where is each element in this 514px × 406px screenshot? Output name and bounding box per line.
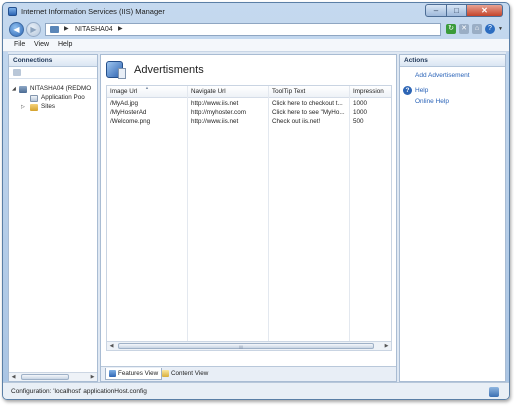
connections-pane: Connections ◢ NITASHA04 (REDMO Applicati… bbox=[8, 54, 98, 382]
breadcrumb-separator-icon[interactable]: ▶ bbox=[64, 25, 69, 32]
feature-pane: Advertisments Image Url ▲ Navigate Url T… bbox=[100, 54, 397, 382]
address-bar: ◀ ▶ ▶ NITASHA04 ▶ ↻ ✕ ⌂ ? ▼ bbox=[3, 20, 509, 39]
home-icon[interactable]: ⌂ bbox=[472, 24, 482, 34]
tree-item-label: NITASHA04 (REDMO bbox=[30, 85, 92, 92]
cell-image-url: /Welcome.png bbox=[110, 118, 151, 125]
table-row[interactable]: /MyAd.jpg http://www.iis.net Click here … bbox=[107, 100, 391, 109]
scroll-right-icon[interactable]: ▶ bbox=[382, 342, 391, 350]
content-view-icon bbox=[162, 370, 169, 377]
tab-label: Content View bbox=[171, 370, 209, 377]
toolbar-icons: ↻ ✕ ⌂ ? ▼ bbox=[446, 24, 503, 34]
menu-help[interactable]: Help bbox=[58, 41, 72, 48]
window-title: Internet Information Services (IIS) Mana… bbox=[21, 7, 165, 16]
menu-view[interactable]: View bbox=[34, 41, 49, 48]
page-title: Advertisments bbox=[134, 64, 204, 76]
cell-image-url: /MyHosterAd bbox=[110, 109, 147, 116]
cell-tooltip-text: Check out iis.net! bbox=[272, 118, 321, 125]
table-row[interactable]: /MyHosterAd http://myhoster.com Click he… bbox=[107, 109, 391, 118]
cell-image-url: /MyAd.jpg bbox=[110, 100, 138, 107]
caption-buttons: – □ ✕ bbox=[425, 4, 503, 17]
view-switcher: Features View Content View bbox=[101, 366, 396, 381]
title-bar[interactable]: Internet Information Services (IIS) Mana… bbox=[3, 3, 509, 20]
advertisement-page-icon bbox=[118, 68, 126, 79]
tree-item-app-pools[interactable]: Application Poo bbox=[9, 94, 97, 103]
chevron-down-icon[interactable]: ▼ bbox=[498, 26, 503, 32]
tree-item-sites[interactable]: ▷ Sites bbox=[9, 103, 97, 112]
connections-tree: ◢ NITASHA04 (REDMO Application Poo ▷ Sit… bbox=[9, 81, 97, 371]
tab-content-view[interactable]: Content View bbox=[159, 368, 211, 380]
connections-scrollbar[interactable]: ◀ ▶ bbox=[9, 372, 97, 381]
menu-bar: File View Help bbox=[3, 39, 509, 52]
column-image-url[interactable]: Image Url bbox=[110, 88, 137, 95]
column-navigate-url[interactable]: Navigate Url bbox=[191, 88, 226, 95]
cell-impression: 1000 bbox=[353, 109, 368, 116]
status-bar: Configuration: 'localhost' applicationHo… bbox=[3, 382, 509, 399]
help-icon: ? bbox=[403, 86, 412, 95]
network-status-icon bbox=[489, 387, 499, 397]
cell-impression: 1000 bbox=[353, 100, 368, 107]
menu-file[interactable]: File bbox=[14, 41, 25, 48]
cell-navigate-url: http://www.iis.net bbox=[191, 100, 239, 107]
online-help-link[interactable]: Online Help bbox=[415, 98, 449, 105]
column-impression[interactable]: Impression bbox=[353, 88, 384, 95]
address-box[interactable]: ▶ NITASHA04 ▶ bbox=[45, 23, 441, 36]
iis-app-icon bbox=[8, 7, 17, 16]
tab-label: Features View bbox=[118, 370, 159, 377]
cell-tooltip-text: Click here to see "MyHo... bbox=[272, 109, 345, 116]
tree-item-server[interactable]: ◢ NITASHA04 (REDMO bbox=[9, 85, 97, 94]
sort-ascending-icon: ▲ bbox=[145, 85, 149, 90]
cell-impression: 500 bbox=[353, 118, 364, 125]
grid-horizontal-scrollbar[interactable]: ◀ |||| ▶ bbox=[107, 341, 391, 350]
back-button[interactable]: ◀ bbox=[9, 22, 24, 37]
tree-item-label: Sites bbox=[41, 103, 55, 110]
client-area: Connections ◢ NITASHA04 (REDMO Applicati… bbox=[8, 52, 506, 382]
tree-item-label: Application Poo bbox=[41, 94, 85, 101]
sites-folder-icon bbox=[30, 104, 38, 111]
expand-icon[interactable]: ▷ bbox=[21, 104, 25, 110]
scroll-left-icon[interactable]: ◀ bbox=[9, 373, 18, 381]
stop-icon[interactable]: ✕ bbox=[459, 24, 469, 34]
advertisements-grid: Image Url ▲ Navigate Url ToolTip Text Im… bbox=[106, 85, 392, 351]
scroll-thumb[interactable]: |||| bbox=[118, 343, 374, 349]
connect-icon[interactable] bbox=[13, 69, 21, 76]
status-text: Configuration: 'localhost' applicationHo… bbox=[11, 388, 147, 395]
tab-features-view[interactable]: Features View bbox=[105, 368, 163, 380]
app-pool-icon bbox=[30, 95, 38, 102]
add-advertisement-link[interactable]: Add Advertisement bbox=[415, 72, 470, 79]
refresh-icon[interactable]: ↻ bbox=[446, 24, 456, 34]
cell-navigate-url: http://www.iis.net bbox=[191, 118, 239, 125]
actions-header: Actions bbox=[400, 55, 505, 67]
column-tooltip-text[interactable]: ToolTip Text bbox=[272, 88, 305, 95]
connections-header: Connections bbox=[9, 55, 97, 67]
scroll-left-icon[interactable]: ◀ bbox=[107, 342, 116, 350]
close-button[interactable]: ✕ bbox=[467, 4, 503, 17]
breadcrumb-server[interactable]: NITASHA04 bbox=[75, 26, 113, 33]
collapse-icon[interactable]: ◢ bbox=[12, 86, 16, 92]
scroll-right-icon[interactable]: ▶ bbox=[88, 373, 97, 381]
connections-toolbar bbox=[9, 67, 97, 79]
minimize-button[interactable]: – bbox=[425, 4, 447, 17]
cell-tooltip-text: Click here to checkout t... bbox=[272, 100, 343, 107]
breadcrumb-expand-icon[interactable]: ▶ bbox=[118, 25, 123, 32]
server-icon bbox=[19, 86, 27, 93]
features-view-icon bbox=[109, 370, 116, 377]
help-link[interactable]: Help bbox=[415, 87, 428, 94]
help-icon[interactable]: ? bbox=[485, 24, 495, 34]
maximize-button[interactable]: □ bbox=[447, 4, 467, 17]
cell-navigate-url: http://myhoster.com bbox=[191, 109, 246, 116]
actions-pane: Actions Add Advertisement ? Help Online … bbox=[399, 54, 506, 382]
server-icon bbox=[50, 26, 59, 33]
scroll-thumb[interactable] bbox=[21, 374, 69, 380]
forward-button[interactable]: ▶ bbox=[26, 22, 41, 37]
table-row[interactable]: /Welcome.png http://www.iis.net Check ou… bbox=[107, 118, 391, 127]
scroll-grip-icon: |||| bbox=[239, 344, 244, 349]
iis-manager-window: Internet Information Services (IIS) Mana… bbox=[2, 2, 510, 400]
